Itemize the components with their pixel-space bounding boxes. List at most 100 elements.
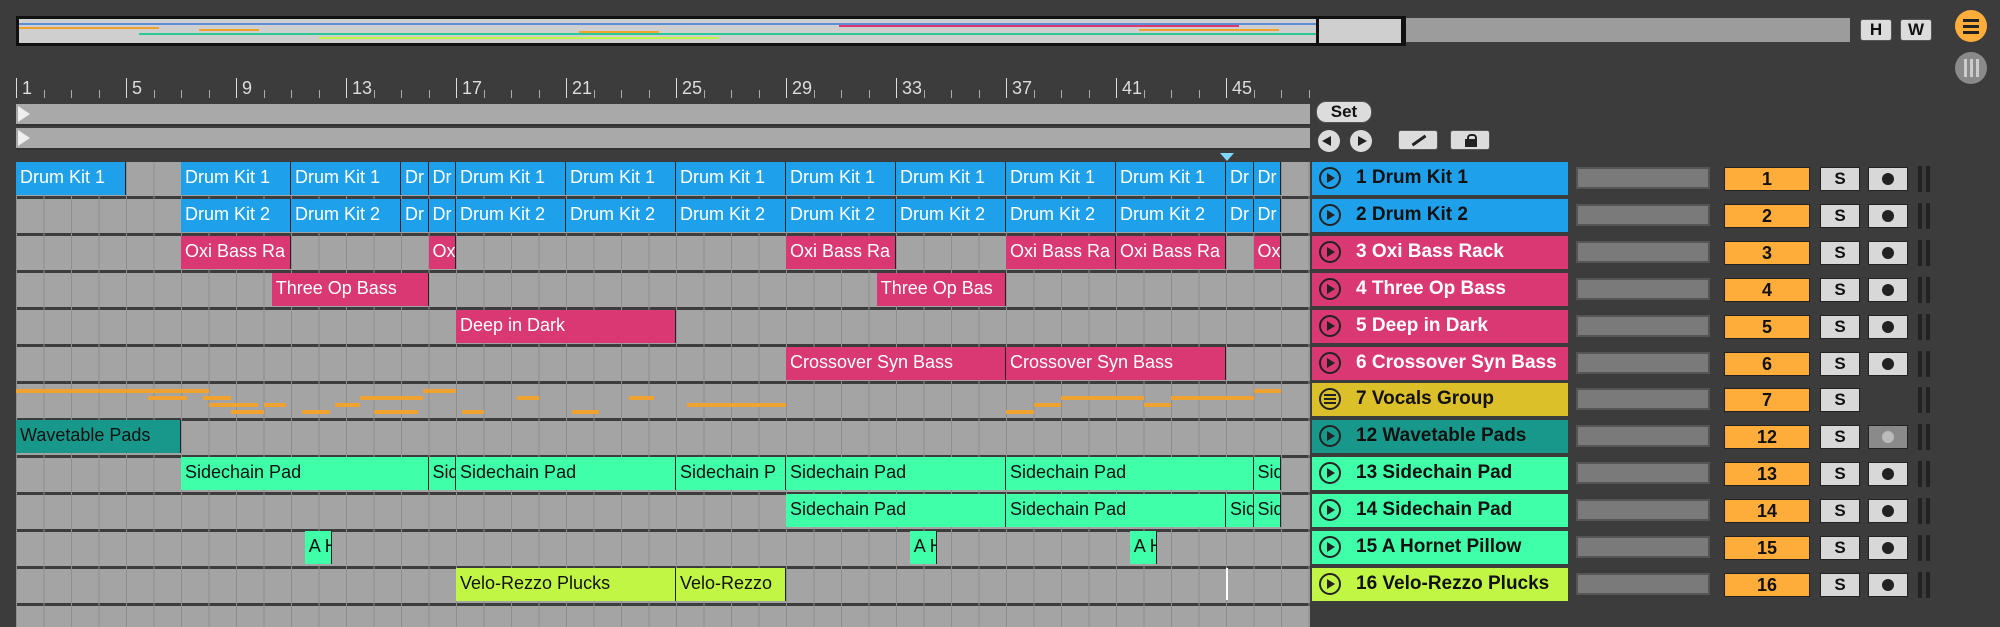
launch-arrow-icon[interactable] [18,130,30,146]
track-play-icon[interactable] [1319,536,1341,558]
solo-button[interactable]: S [1820,351,1860,376]
track-resize-handle[interactable] [1918,571,1922,598]
solo-button[interactable]: S [1820,388,1860,413]
track-header[interactable]: 5 Deep in Dark [1312,309,1568,343]
menu-icon[interactable] [1955,10,1987,42]
track-resize-handle[interactable] [1926,535,1930,561]
clip[interactable]: Sidechain P [676,457,786,491]
solo-button[interactable]: S [1820,499,1860,524]
track-resize-handle[interactable] [1926,461,1930,488]
arm-record-button[interactable] [1868,351,1908,376]
track-resize-handle[interactable] [1918,350,1922,377]
clip[interactable]: Sid [1253,457,1281,491]
track-activator-button[interactable]: 2 [1724,203,1810,228]
group-fold-icon[interactable] [1319,388,1341,411]
clip[interactable]: A H [1129,531,1158,564]
clip[interactable]: Sid [1226,494,1254,528]
clip[interactable]: Drum Kit 1 [456,162,566,195]
track-resize-handle[interactable] [1926,424,1930,451]
clip[interactable]: Drum Kit 1 [1006,162,1116,195]
clip[interactable]: Drum Kit 1 [786,162,896,195]
clip[interactable]: Dr [428,162,456,195]
track-play-icon[interactable] [1319,203,1341,226]
track-resize-handle[interactable] [1918,498,1922,525]
clip[interactable]: Crossover Syn Bass [786,346,1006,380]
track-header[interactable]: 12 Wavetable Pads [1312,420,1568,454]
clip[interactable]: Wavetable Pads [16,420,181,454]
fit-height-button[interactable]: H [1860,19,1892,41]
track-header[interactable]: 1 Drum Kit 1 [1312,162,1568,195]
track-resize-handle[interactable] [1918,424,1922,451]
clip[interactable]: Sidechain Pad [456,457,676,491]
clip[interactable]: Dr [401,162,429,195]
arm-record-button[interactable] [1868,572,1908,597]
track-activator-button[interactable]: 3 [1724,240,1810,265]
clip[interactable]: Drum Kit 2 [676,198,786,232]
clip[interactable]: Dr [1253,162,1281,195]
clip[interactable]: Oxi Bass Ra [181,235,291,269]
clip[interactable]: Three Op Bass [271,272,429,306]
clip[interactable]: Drum Kit 2 [896,198,1006,232]
track-header[interactable]: 4 Three Op Bass [1312,272,1568,306]
clip[interactable]: Drum Kit 1 [291,162,401,195]
clip[interactable]: Oxi Bass Ra [1006,235,1116,269]
track-resize-handle[interactable] [1926,313,1930,340]
clip[interactable]: Drum Kit 2 [566,198,676,232]
clip[interactable]: Drum Kit 1 [1116,162,1226,195]
track-resize-handle[interactable] [1918,535,1922,561]
track-header[interactable]: 13 Sidechain Pad [1312,457,1568,491]
track-resize-handle[interactable] [1918,387,1922,414]
track-activator-button[interactable]: 15 [1724,536,1810,560]
track-resize-handle[interactable] [1926,276,1930,303]
solo-button[interactable]: S [1820,240,1860,265]
track-play-icon[interactable] [1319,240,1341,263]
track-play-icon[interactable] [1319,167,1341,189]
track-resize-handle[interactable] [1918,461,1922,488]
clip[interactable]: A H [909,531,938,564]
track-play-icon[interactable] [1319,314,1341,337]
clip[interactable]: Sidechain Pad [786,494,1006,528]
clip[interactable]: Drum Kit 2 [456,198,566,232]
prev-locator-icon[interactable] [1318,130,1340,152]
clip[interactable]: Sidechain Pad [1006,494,1226,528]
arm-record-button[interactable] [1868,536,1908,560]
clip[interactable]: Deep in Dark [456,309,676,343]
track-header[interactable]: 2 Drum Kit 2 [1312,198,1568,232]
solo-button[interactable]: S [1820,203,1860,228]
track-resize-handle[interactable] [1918,239,1922,266]
track-resize-handle[interactable] [1918,276,1922,303]
track-resize-handle[interactable] [1926,350,1930,377]
track-header[interactable]: 6 Crossover Syn Bass [1312,346,1568,380]
clip[interactable]: Drum Kit 1 [181,162,291,195]
overview-empty-area[interactable] [1404,18,1850,42]
track-header[interactable]: 14 Sidechain Pad [1312,494,1568,528]
clip[interactable]: Drum Kit 1 [896,162,1006,195]
overview-view-handle[interactable] [1316,16,1406,46]
arm-record-button[interactable] [1868,499,1908,524]
track-activator-button[interactable]: 1 [1724,167,1810,191]
clip[interactable]: Dr [401,198,429,232]
clip[interactable]: Three Op Bas [876,272,1006,306]
track-activator-button[interactable]: 14 [1724,499,1810,524]
clip[interactable]: Drum Kit 2 [291,198,401,232]
arm-record-button[interactable] [1868,462,1908,487]
clip[interactable]: Dr [1253,198,1281,232]
clip[interactable]: Drum Kit 2 [1006,198,1116,232]
clip[interactable]: Oxi Bass Ra [786,235,896,269]
clip[interactable]: Drum Kit 1 [566,162,676,195]
track-header[interactable]: 15 A Hornet Pillow [1312,531,1568,564]
launch-arrow-icon[interactable] [18,106,30,122]
clip[interactable]: Drum Kit 1 [676,162,786,195]
loop-bar-lane[interactable] [16,104,1310,126]
clip[interactable]: Oxi Bass Ra [1116,235,1226,269]
track-activator-button[interactable]: 6 [1724,351,1810,376]
clip[interactable]: Sid [1253,494,1281,528]
track-play-icon[interactable] [1319,351,1341,374]
clip[interactable]: Dr [428,198,456,232]
clip[interactable]: Sid [428,457,456,491]
clip[interactable]: Drum Kit 2 [786,198,896,232]
track-play-icon[interactable] [1319,277,1341,300]
loop-end-marker-icon[interactable] [1220,153,1234,161]
next-locator-icon[interactable] [1350,130,1372,152]
arrangement-view[interactable]: Drum Kit 1 Drum Kit 1 Drum Kit 1 Dr Dr Drum K… [16,162,1310,627]
